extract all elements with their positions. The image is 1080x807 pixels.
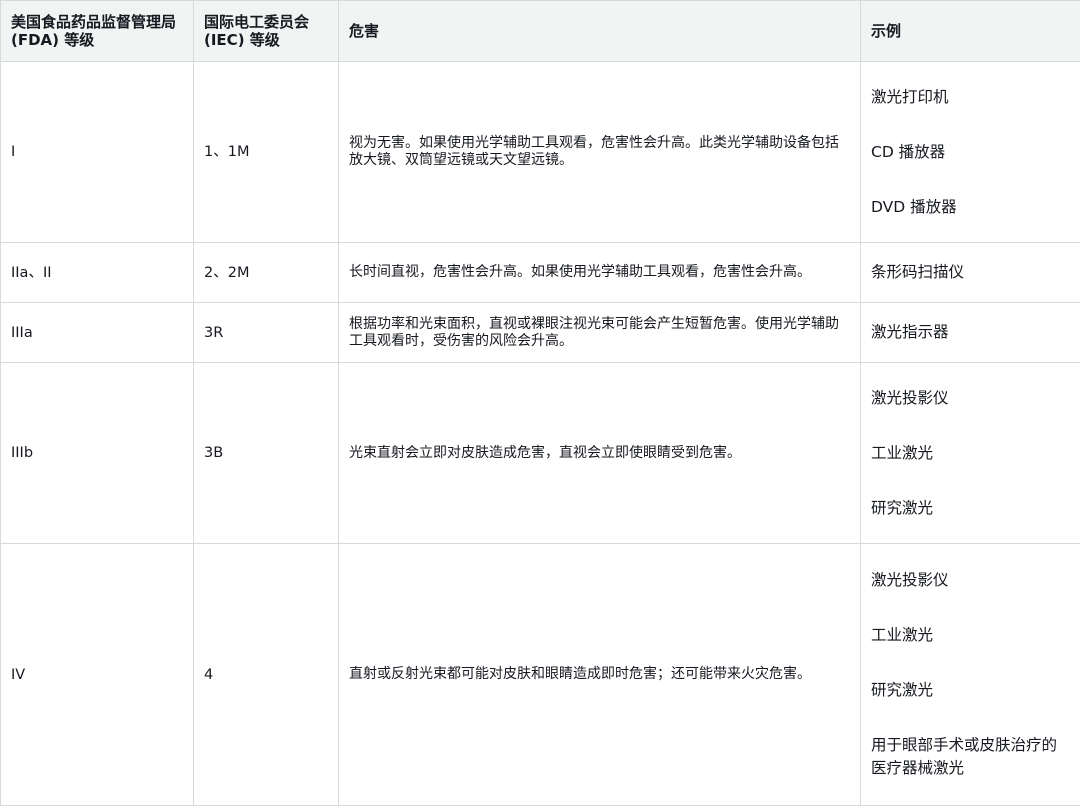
hazard-cell: 直射或反射光束都可能对皮肤和眼睛造成即时危害；还可能带来火灾危害。 — [338, 543, 861, 806]
header-fda-class: 美国食品药品监督管理局 (FDA) 等级 — [0, 0, 194, 62]
header-examples: 示例 — [860, 0, 1080, 62]
hazard-cell: 视为无害。如果使用光学辅助工具观看，危害性会升高。此类光学辅助设备包括放大镜、双… — [338, 61, 861, 243]
examples-cell: 激光打印机 CD 播放器 DVD 播放器 — [860, 61, 1080, 243]
example-item: 研究激光 — [871, 498, 934, 517]
table-row: IIa、II 2、2M 长时间直视，危害性会升高。如果使用光学辅助工具观看，危害… — [0, 242, 1080, 303]
example-item: 激光投影仪 — [871, 571, 949, 589]
example-item: CD 播放器 — [871, 142, 946, 161]
fda-class-cell: IIIb — [0, 362, 194, 544]
fda-class-cell: I — [0, 61, 194, 243]
example-item: 工业激光 — [871, 443, 934, 462]
laser-class-table: 美国食品药品监督管理局 (FDA) 等级 国际电工委员会 (IEC) 等级 危害… — [0, 0, 1080, 806]
header-hazard: 危害 — [338, 0, 861, 62]
table-row: IIIa 3R 根据功率和光束面积，直视或裸眼注视光束可能会产生短暂危害。使用光… — [0, 302, 1080, 363]
example-item: 用于眼部手术或皮肤治疗的医疗器械激光 — [871, 736, 1058, 777]
example-item: 激光投影仪 — [871, 388, 949, 407]
table-header-row: 美国食品药品监督管理局 (FDA) 等级 国际电工委员会 (IEC) 等级 危害… — [0, 0, 1080, 62]
examples-cell: 激光投影仪 工业激光 研究激光 — [860, 362, 1080, 544]
table-row: IIIb 3B 光束直射会立即对皮肤造成危害，直视会立即使眼睛受到危害。 激光投… — [0, 362, 1080, 544]
example-item: 研究激光 — [871, 681, 934, 699]
iec-class-cell: 2、2M — [193, 242, 339, 303]
hazard-cell: 根据功率和光束面积，直视或裸眼注视光束可能会产生短暂危害。使用光学辅助工具观看时… — [338, 302, 861, 363]
header-iec-class: 国际电工委员会 (IEC) 等级 — [193, 0, 339, 62]
example-item: 激光指示器 — [871, 323, 949, 341]
example-item: DVD 播放器 — [871, 197, 957, 216]
examples-cell: 条形码扫描仪 — [860, 242, 1080, 303]
iec-class-cell: 1、1M — [193, 61, 339, 243]
hazard-cell: 光束直射会立即对皮肤造成危害，直视会立即使眼睛受到危害。 — [338, 362, 861, 544]
table-row: I 1、1M 视为无害。如果使用光学辅助工具观看，危害性会升高。此类光学辅助设备… — [0, 61, 1080, 243]
fda-class-cell: IIa、II — [0, 242, 194, 303]
iec-class-cell: 4 — [193, 543, 339, 806]
fda-class-cell: IIIa — [0, 302, 194, 363]
iec-class-cell: 3R — [193, 302, 339, 363]
fda-class-cell: IV — [0, 543, 194, 806]
iec-class-cell: 3B — [193, 362, 339, 544]
examples-cell: 激光投影仪 工业激光 研究激光 用于眼部手术或皮肤治疗的医疗器械激光 — [860, 543, 1080, 806]
examples-cell: 激光指示器 — [860, 302, 1080, 363]
example-item: 工业激光 — [871, 626, 934, 644]
hazard-cell: 长时间直视，危害性会升高。如果使用光学辅助工具观看，危害性会升高。 — [338, 242, 861, 303]
example-item: 激光打印机 — [871, 87, 949, 106]
example-item: 条形码扫描仪 — [871, 263, 965, 281]
table-row: IV 4 直射或反射光束都可能对皮肤和眼睛造成即时危害；还可能带来火灾危害。 激… — [0, 543, 1080, 806]
